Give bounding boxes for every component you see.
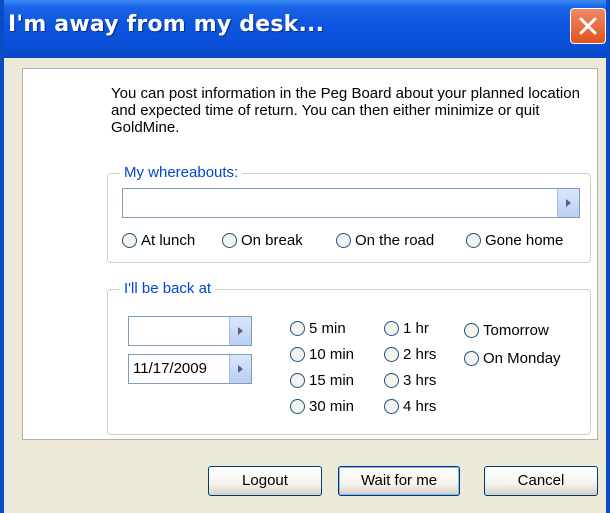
radio-10-min[interactable]: 10 min: [290, 346, 354, 363]
radio-gone-home[interactable]: Gone home: [466, 232, 563, 249]
window-title: I'm away from my desk...: [8, 12, 325, 37]
whereabouts-group: My whereabouts: At lunch On break On the…: [107, 164, 591, 263]
radio-circle[interactable]: [384, 399, 399, 414]
radio-circle[interactable]: [384, 321, 399, 336]
radio-label: Tomorrow: [483, 322, 549, 339]
radio-on-break[interactable]: On break: [222, 232, 303, 249]
back-at-group: I'll be back at 11/17/2009 5 min 10 min …: [107, 280, 591, 435]
time-combo[interactable]: [128, 316, 252, 346]
radio-3-hrs[interactable]: 3 hrs: [384, 372, 436, 389]
radio-tomorrow[interactable]: Tomorrow: [464, 322, 549, 339]
radio-circle[interactable]: [464, 323, 479, 338]
radio-label: 15 min: [309, 372, 355, 389]
radio-circle[interactable]: [290, 399, 305, 414]
title-bar[interactable]: I'm away from my desk...: [4, 0, 606, 58]
whereabouts-dropdown-button[interactable]: [557, 189, 579, 217]
back-at-title: I'll be back at: [120, 280, 216, 297]
wait-for-me-button[interactable]: Wait for me: [338, 466, 460, 496]
logout-button[interactable]: Logout: [208, 466, 322, 496]
radio-label: At lunch: [141, 232, 196, 249]
radio-circle[interactable]: [336, 233, 351, 248]
dialog-content: You can post information in the Peg Boar…: [22, 68, 598, 440]
close-button[interactable]: [570, 8, 606, 44]
date-dropdown-button[interactable]: [229, 355, 251, 383]
radio-label: 1 hr: [403, 320, 429, 337]
radio-circle[interactable]: [384, 373, 399, 388]
radio-label: 4 hrs: [403, 398, 437, 415]
radio-label: 3 hrs: [403, 372, 437, 389]
radio-on-the-road[interactable]: On the road: [336, 232, 434, 249]
radio-circle[interactable]: [466, 233, 481, 248]
radio-circle[interactable]: [290, 347, 305, 362]
radio-label: 5 min: [309, 320, 346, 337]
whereabouts-title: My whereabouts:: [120, 164, 243, 181]
date-value: 11/17/2009: [133, 360, 207, 377]
radio-label: Gone home: [485, 232, 564, 249]
radio-label: On the road: [355, 232, 435, 249]
intro-text: You can post information in the Peg Boar…: [111, 85, 580, 136]
radio-circle[interactable]: [290, 373, 305, 388]
radio-at-lunch[interactable]: At lunch: [122, 232, 195, 249]
whereabouts-combo[interactable]: [122, 188, 580, 218]
chevron-right-icon: [566, 199, 571, 207]
radio-circle[interactable]: [464, 351, 479, 366]
radio-1-hr[interactable]: 1 hr: [384, 320, 429, 337]
time-dropdown-button[interactable]: [229, 317, 251, 345]
chevron-right-icon: [238, 327, 243, 335]
chevron-right-icon: [238, 365, 243, 373]
radio-circle[interactable]: [122, 233, 137, 248]
radio-circle[interactable]: [222, 233, 237, 248]
radio-on-monday[interactable]: On Monday: [464, 350, 561, 367]
away-dialog: I'm away from my desk... You can post in…: [0, 0, 610, 513]
cancel-button[interactable]: Cancel: [484, 466, 598, 496]
radio-circle[interactable]: [384, 347, 399, 362]
radio-5-min[interactable]: 5 min: [290, 320, 346, 337]
radio-label: On Monday: [483, 350, 561, 367]
radio-2-hrs[interactable]: 2 hrs: [384, 346, 436, 363]
date-combo[interactable]: 11/17/2009: [128, 354, 252, 384]
radio-30-min[interactable]: 30 min: [290, 398, 354, 415]
radio-label: 2 hrs: [403, 346, 437, 363]
radio-4-hrs[interactable]: 4 hrs: [384, 398, 436, 415]
radio-15-min[interactable]: 15 min: [290, 372, 354, 389]
radio-label: 30 min: [309, 398, 355, 415]
close-icon: [579, 17, 597, 35]
radio-label: On break: [241, 232, 303, 249]
radio-label: 10 min: [309, 346, 355, 363]
radio-circle[interactable]: [290, 321, 305, 336]
